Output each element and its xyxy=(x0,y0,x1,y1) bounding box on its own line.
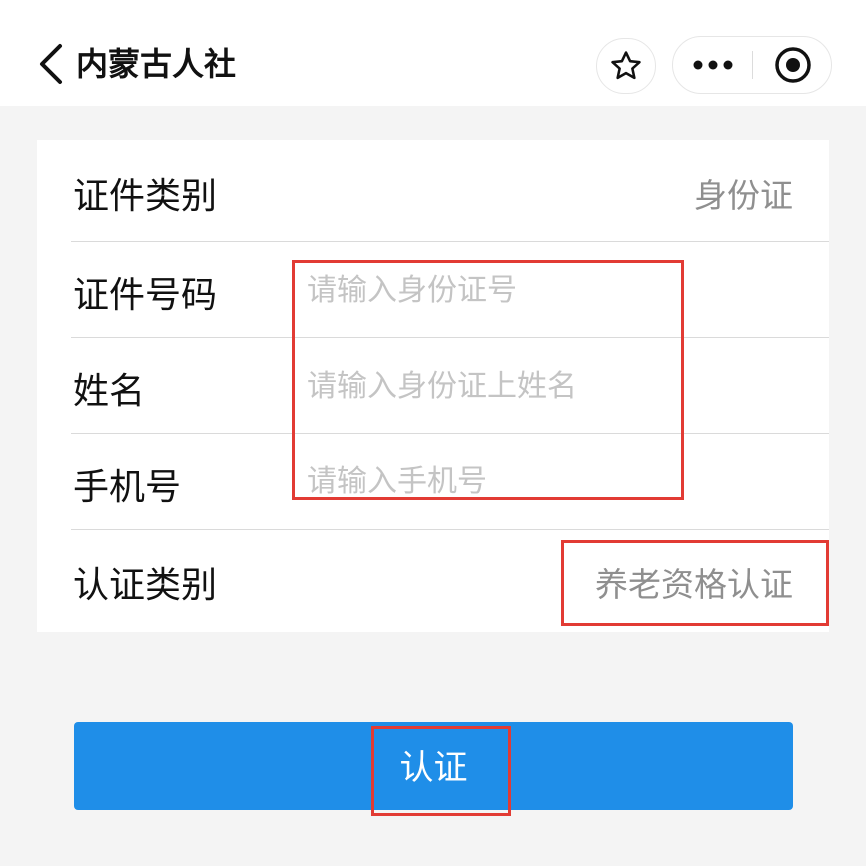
phone-input[interactable] xyxy=(307,456,687,506)
id-number-row: 证件号码 xyxy=(37,242,829,337)
id-type-label: 证件类别 xyxy=(73,176,218,217)
star-outline-icon xyxy=(611,51,641,80)
id-number-input[interactable] xyxy=(307,265,687,315)
verify-button-label: 认证 xyxy=(399,748,468,788)
id-type-row[interactable]: 证件类别 身份证 xyxy=(37,140,829,241)
target-circle-icon xyxy=(775,47,811,83)
close-mini-program-button[interactable] xyxy=(755,37,831,93)
chevron-left-icon xyxy=(40,44,62,84)
mini-program-capsule xyxy=(672,36,832,94)
name-row: 姓名 xyxy=(37,338,829,433)
auth-type-row[interactable]: 认证类别 养老资格认证 xyxy=(37,530,829,632)
more-dots-icon xyxy=(693,60,733,70)
page-title: 内蒙古人社 xyxy=(76,45,237,83)
name-input[interactable] xyxy=(307,361,687,411)
verify-button[interactable]: 认证 xyxy=(74,722,793,810)
phone-label: 手机号 xyxy=(73,467,182,508)
verification-form: 证件类别 身份证 证件号码 姓名 手机号 认证类别 养老资格认证 xyxy=(37,140,829,632)
auth-type-value: 养老资格认证 xyxy=(595,565,793,604)
favorite-button[interactable] xyxy=(596,38,656,94)
id-type-value: 身份证 xyxy=(694,176,793,215)
id-number-label: 证件号码 xyxy=(73,275,218,316)
phone-row: 手机号 xyxy=(37,434,829,529)
top-navigation-bar: 内蒙古人社 xyxy=(0,0,866,106)
name-label: 姓名 xyxy=(73,371,146,412)
auth-type-label: 认证类别 xyxy=(73,565,218,606)
more-button[interactable] xyxy=(673,37,753,93)
capsule-divider xyxy=(752,51,753,79)
back-button[interactable] xyxy=(30,40,74,88)
